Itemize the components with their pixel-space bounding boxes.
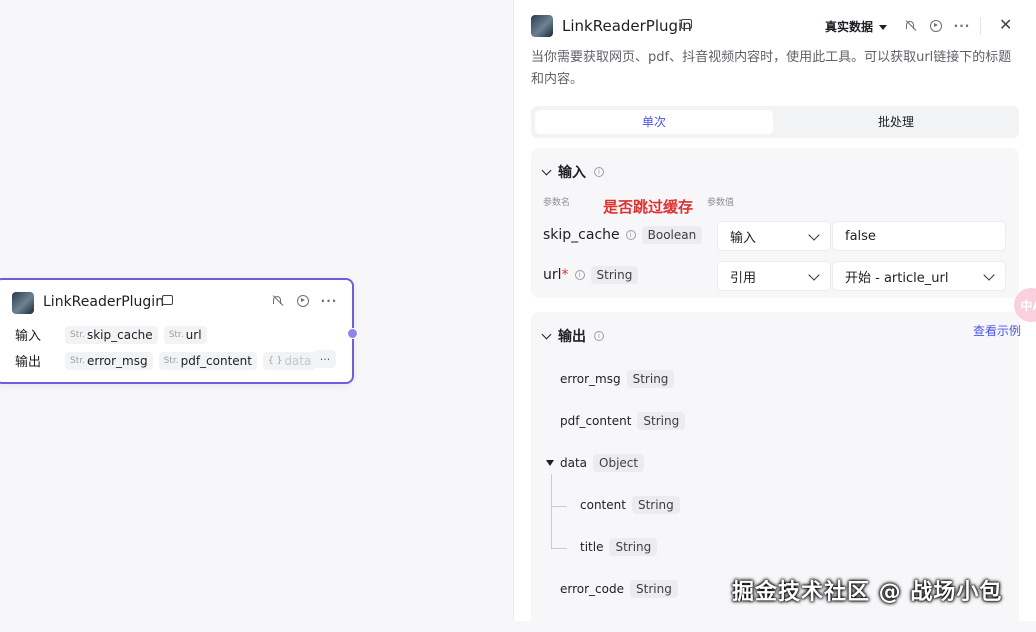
bell-off-icon[interactable]	[270, 294, 284, 308]
node-output-label: 输出	[15, 355, 42, 370]
param-type-badge: String	[590, 266, 639, 284]
chevron-down-icon	[541, 165, 552, 176]
param-name: skip_cache	[543, 227, 620, 243]
node-input-label: 输入	[15, 329, 42, 344]
plugin-avatar	[531, 15, 553, 37]
info-icon[interactable]: i	[594, 167, 604, 177]
node-output-chip: Str. error_msg	[65, 351, 153, 370]
play-icon[interactable]	[296, 294, 310, 308]
node-input-row: 输入 Str. skip_cache Str. url	[15, 325, 207, 344]
node-more-outputs-button[interactable]: ···	[314, 350, 336, 368]
info-icon[interactable]: i	[574, 270, 585, 280]
output-type-badge: String	[631, 496, 680, 514]
tree-line	[551, 474, 552, 548]
watermark-text: 掘金技术社区 @ 战场小包	[732, 580, 1003, 605]
panel-title: LinkReaderPlugin	[562, 17, 692, 35]
param-value-column-label: 参数值	[707, 198, 735, 208]
view-example-link[interactable]: 查看示例	[973, 322, 1021, 339]
tree-line	[551, 506, 567, 507]
plugin-avatar	[12, 292, 34, 314]
reference-select-url[interactable]: 开始 - article_url	[832, 261, 1006, 291]
param-type-badge: Boolean	[641, 226, 703, 244]
more-icon[interactable]: ···	[954, 19, 970, 33]
output-field-row: error_code String	[560, 580, 678, 598]
node-header-actions: ···	[270, 294, 336, 308]
output-type-badge: String	[637, 412, 686, 430]
store-icon	[681, 19, 692, 29]
header-divider	[980, 17, 981, 35]
node-input-chip: Str. skip_cache	[65, 325, 158, 344]
workflow-node-linkreader[interactable]: LinkReaderPlugin ··· 输入 Str. skip_cache S…	[0, 278, 358, 384]
output-field-row: content String	[580, 496, 680, 514]
output-type-badge: String	[630, 580, 678, 598]
caret-down-icon	[879, 25, 888, 30]
output-section-title: 输出	[558, 329, 586, 345]
tree-line	[551, 548, 567, 549]
node-config-panel: LinkReaderPlugin 真实数据 ··· ✕ 当你需要获取网页、pdf…	[513, 0, 1036, 632]
output-field-row: title String	[580, 538, 658, 556]
bell-off-icon[interactable]	[903, 19, 917, 33]
chevron-down-icon	[983, 269, 995, 281]
plugin-description: 当你需要获取网页、pdf、抖音视频内容时，使用此工具。可以获取url链接下的标题…	[531, 50, 1012, 87]
output-field-row: pdf_content String	[560, 412, 686, 430]
node-output-chip: Str. pdf_content	[158, 351, 257, 370]
output-type-badge: String	[609, 538, 658, 556]
run-mode-tabs: 单次 批处理	[531, 106, 1019, 138]
source-select-url[interactable]: 引用	[717, 261, 831, 291]
node-output-row: 输出 Str. error_msg Str. pdf_content { } data	[15, 351, 317, 370]
caret-down-icon[interactable]	[546, 460, 554, 466]
chevron-down-icon	[808, 229, 820, 241]
output-type-badge: Object	[593, 454, 645, 472]
node-title: LinkReaderPlugin	[43, 294, 165, 310]
data-mode-dropdown[interactable]: 真实数据	[825, 18, 888, 35]
input-section-header[interactable]: 输入 i	[541, 162, 604, 182]
output-section-header[interactable]: 输出 i	[541, 326, 604, 346]
store-icon	[162, 295, 173, 305]
output-type-badge: String	[626, 370, 675, 388]
source-select-skip-cache[interactable]: 输入	[717, 221, 831, 251]
chevron-down-icon	[808, 269, 820, 281]
tab-single[interactable]: 单次	[535, 110, 773, 134]
annotation-text: 是否跳过缓存	[603, 198, 694, 216]
chevron-down-icon	[541, 329, 552, 340]
output-field-row[interactable]: data Object	[546, 454, 645, 472]
more-icon[interactable]: ···	[321, 294, 337, 308]
param-name-column-label: 参数名	[543, 198, 571, 208]
input-section: 输入 i 参数名 是否跳过缓存 参数值 skip_cache i Boolean…	[531, 148, 1019, 298]
close-icon[interactable]: ✕	[999, 15, 1012, 34]
info-icon[interactable]: i	[625, 230, 636, 240]
param-row-skip-cache: skip_cache i Boolean	[543, 226, 703, 244]
node-input-chip: Str. url	[163, 325, 207, 344]
info-icon[interactable]: i	[594, 331, 604, 341]
panel-header-actions: ···	[903, 19, 969, 33]
param-row-url: url* i String	[543, 266, 639, 284]
tab-batch[interactable]: 批处理	[777, 110, 1015, 134]
param-name: url*	[543, 267, 569, 283]
play-icon[interactable]	[929, 19, 943, 33]
node-output-chip: { } data	[262, 351, 317, 370]
value-input-skip-cache[interactable]: false	[832, 221, 1006, 251]
output-field-row: error_msg String	[560, 370, 675, 388]
input-section-title: 输入	[558, 165, 586, 181]
node-output-port[interactable]	[347, 328, 358, 339]
